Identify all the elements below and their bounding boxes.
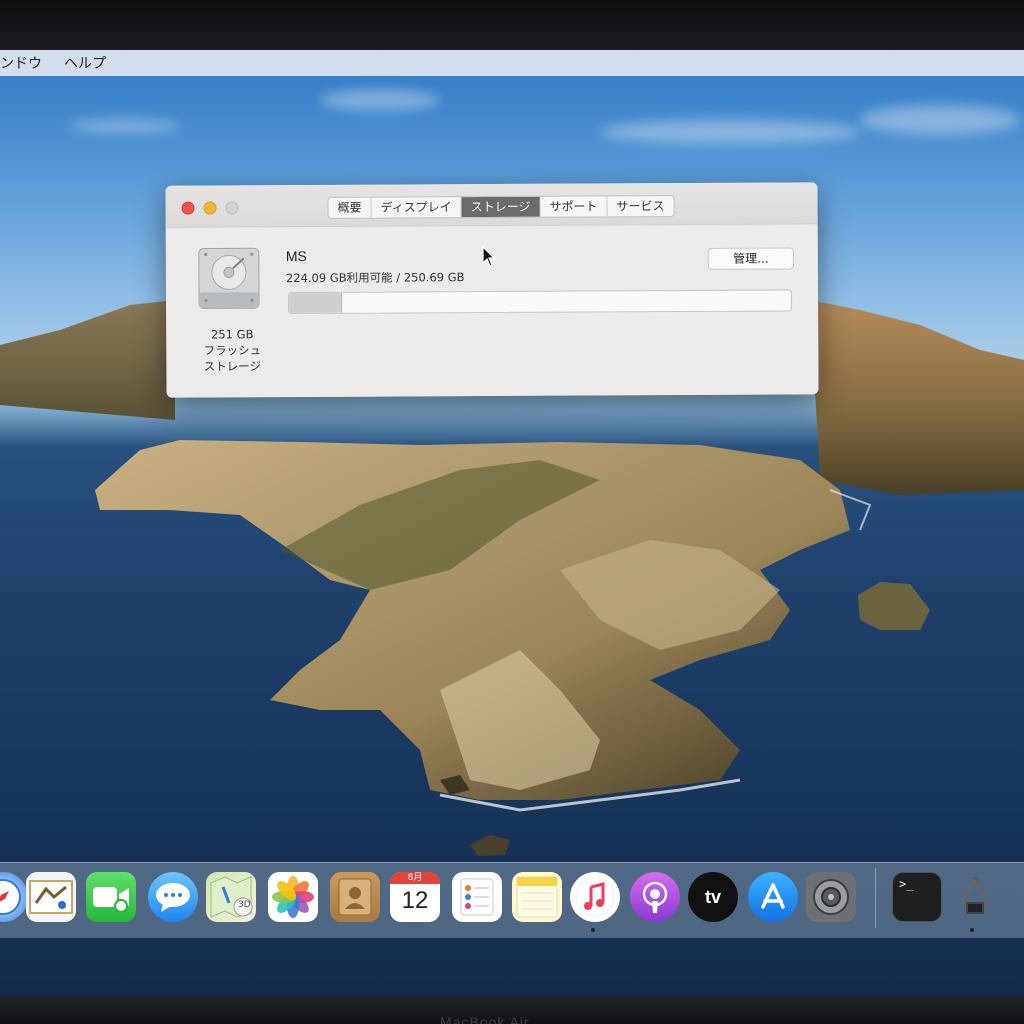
tv-label: tv: [704, 886, 721, 907]
music-running-indicator: [591, 928, 595, 932]
contacts-icon[interactable]: [330, 872, 380, 922]
tab-displays[interactable]: ディスプレイ: [371, 197, 462, 218]
messages-icon[interactable]: [148, 872, 198, 922]
disk-caption: 251 GB フラッシュ ストレージ: [190, 326, 274, 374]
app-store-icon[interactable]: [748, 872, 798, 922]
calendar-icon[interactable]: 8月 12: [390, 872, 440, 922]
system-information-running-indicator: [970, 928, 974, 932]
notes-icon[interactable]: [512, 872, 562, 922]
hard-drive-icon: [198, 247, 260, 310]
window-titlebar[interactable]: 概要 ディスプレイ ストレージ サポート サービス: [165, 182, 818, 228]
mouse-cursor: [482, 246, 496, 267]
menu-window[interactable]: ンドウ: [0, 53, 42, 73]
volume-name: MS: [285, 247, 307, 265]
disk-type-line2: ストレージ: [203, 359, 262, 374]
tab-support[interactable]: サポート: [540, 196, 608, 217]
music-icon[interactable]: [570, 872, 620, 922]
calendar-day: 12: [401, 887, 429, 914]
storage-usage-bar: [288, 289, 793, 315]
podcasts-icon[interactable]: [630, 872, 680, 922]
system-preferences-icon[interactable]: [806, 872, 856, 922]
tab-overview[interactable]: 概要: [328, 197, 372, 218]
storage-used-segment: [289, 292, 343, 314]
disk-type-line1: フラッシュ: [203, 343, 262, 358]
tv-icon[interactable]: tv: [688, 872, 738, 922]
tab-storage[interactable]: ストレージ: [461, 196, 541, 218]
disk-size: 251 GB: [210, 327, 254, 342]
maps-icon[interactable]: 3D: [206, 872, 256, 922]
menu-bar: ンドウ ヘルプ: [0, 50, 1024, 76]
reminders-icon[interactable]: [452, 872, 502, 922]
manage-button[interactable]: 管理...: [707, 247, 794, 270]
menu-help[interactable]: ヘルプ: [64, 53, 106, 73]
photos-icon[interactable]: [268, 872, 318, 922]
minimize-button[interactable]: [203, 201, 217, 215]
dock-separator: [875, 868, 876, 928]
tab-bar: 概要 ディスプレイ ストレージ サポート サービス: [327, 195, 675, 219]
volume-capacity: 224.09 GB利用可能 / 250.69 GB: [285, 270, 465, 286]
tab-service[interactable]: サービス: [607, 196, 673, 216]
laptop-brand-label: MacBook Air: [440, 1014, 530, 1024]
about-this-mac-window: 概要 ディスプレイ ストレージ サポート サービス 251 GB フラッシュ ス…: [165, 182, 819, 398]
facetime-icon[interactable]: [86, 872, 136, 922]
terminal-prompt: >_: [899, 877, 914, 891]
monitor-bezel-top: [0, 0, 1024, 50]
terminal-icon[interactable]: >_: [892, 872, 942, 922]
calendar-month: 8月: [390, 872, 440, 884]
mail-icon[interactable]: [26, 872, 76, 922]
maps-3d-label: 3D: [238, 900, 251, 910]
zoom-button[interactable]: [225, 201, 239, 215]
system-information-icon[interactable]: [950, 872, 1000, 922]
close-button[interactable]: [181, 201, 195, 215]
